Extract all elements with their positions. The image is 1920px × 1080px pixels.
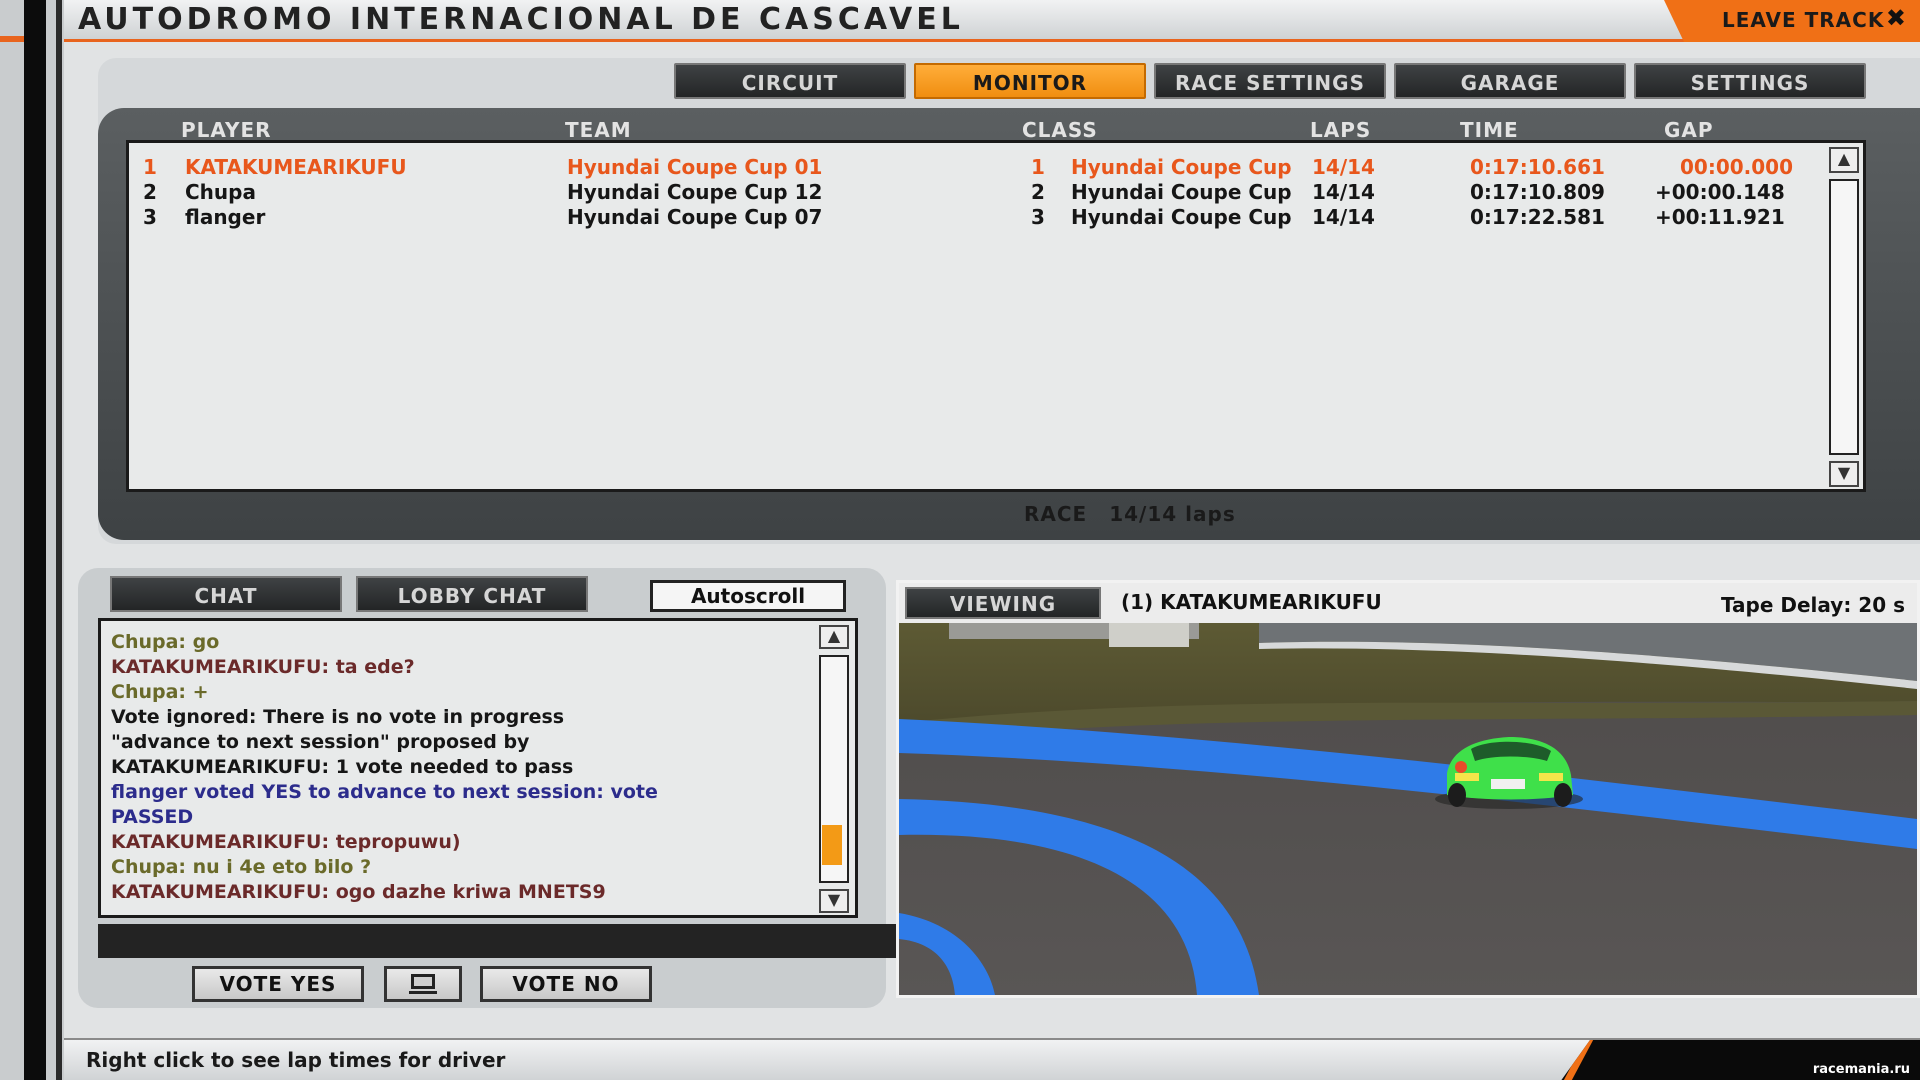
position: 1 bbox=[143, 155, 157, 179]
team-name: Hyundai Coupe Cup 07 bbox=[567, 205, 823, 229]
chat-message: PASSED bbox=[111, 806, 194, 828]
gap: +00:11.921 bbox=[1655, 205, 1785, 229]
laps: 14/14 bbox=[1312, 205, 1375, 229]
laps: 14/14 bbox=[1312, 180, 1375, 204]
chat-message: KATAKUMEARIKUFU: ogo dazhe kriwa MNETS9 bbox=[111, 881, 606, 903]
chat-message: KATAKUMEARIKUFU: tepropuwu) bbox=[111, 831, 461, 853]
viewing-button[interactable]: VIEWING bbox=[905, 587, 1101, 619]
session-name: RACE bbox=[1024, 502, 1088, 526]
chat-message: flanger voted YES to advance to next ses… bbox=[111, 781, 658, 803]
standings-row[interactable]: 2 Chupa Hyundai Coupe Cup 12 2 Hyundai C… bbox=[129, 180, 1809, 206]
close-icon: ✖ bbox=[1885, 4, 1906, 32]
player-name: Chupa bbox=[185, 180, 256, 204]
header-gap[interactable]: GAP bbox=[1664, 118, 1714, 142]
tape-delay: Tape Delay: 20 s bbox=[1720, 593, 1905, 617]
track-title: AUTODROMO INTERNACIONAL DE CASCAVEL bbox=[78, 2, 964, 37]
chat-message: Chupa: nu i 4e eto bilo ? bbox=[111, 856, 372, 878]
race-viewer: VIEWING (1) KATAKUMEARIKUFU Tape Delay: … bbox=[896, 580, 1920, 998]
chat-message: Chupa: go bbox=[111, 631, 220, 653]
tab-circuit[interactable]: CIRCUIT bbox=[674, 63, 906, 99]
chat-log: Chupa: go KATAKUMEARIKUFU: ta ede? Chupa… bbox=[98, 618, 858, 918]
watermark: racemania.ru bbox=[1812, 1062, 1910, 1077]
chat-message: Chupa: + bbox=[111, 681, 209, 703]
standings-row[interactable]: 1 KATAKUMEARIKUFU Hyundai Coupe Cup 01 1… bbox=[129, 155, 1809, 181]
race-time: 0:17:22.581 bbox=[1470, 205, 1605, 229]
player-name: flanger bbox=[185, 205, 266, 229]
scroll-up-icon[interactable]: ▲ bbox=[819, 625, 849, 649]
vote-no-button[interactable]: VOTE NO bbox=[480, 966, 652, 1002]
viewer-header: VIEWING (1) KATAKUMEARIKUFU Tape Delay: … bbox=[899, 583, 1917, 623]
chat-message: KATAKUMEARIKUFU: 1 vote needed to pass bbox=[111, 756, 574, 778]
race-time: 0:17:10.809 bbox=[1470, 180, 1605, 204]
status-bar: Right click to see lap times for driver … bbox=[64, 1038, 1920, 1080]
header-time[interactable]: TIME bbox=[1460, 118, 1519, 142]
leave-track-button[interactable]: LEAVE TRACK ✖ bbox=[1664, 0, 1920, 42]
scroll-up-icon[interactable]: ▲ bbox=[1829, 147, 1859, 173]
status-hint: Right click to see lap times for driver bbox=[86, 1048, 506, 1072]
race-time: 0:17:10.661 bbox=[1470, 155, 1605, 179]
scroll-thumb[interactable] bbox=[822, 825, 842, 865]
class-position: 1 bbox=[1031, 155, 1045, 179]
scroll-track[interactable] bbox=[1829, 179, 1859, 455]
header-player[interactable]: PLAYER bbox=[181, 118, 272, 142]
header-class[interactable]: CLASS bbox=[1022, 118, 1098, 142]
tab-garage[interactable]: GARAGE bbox=[1394, 63, 1626, 99]
app-window: AUTODROMO INTERNACIONAL DE CASCAVEL LEAV… bbox=[64, 0, 1920, 1080]
chat-message: KATAKUMEARIKUFU: ta ede? bbox=[111, 656, 415, 678]
chat-message: "advance to next session" proposed by bbox=[111, 731, 530, 753]
monitor-toggle-button[interactable] bbox=[384, 966, 462, 1002]
position: 2 bbox=[143, 180, 157, 204]
vote-yes-button[interactable]: VOTE YES bbox=[192, 966, 364, 1002]
title-bar: AUTODROMO INTERNACIONAL DE CASCAVEL LEAV… bbox=[64, 0, 1920, 42]
class-position: 3 bbox=[1031, 205, 1045, 229]
chat-message: Vote ignored: There is no vote in progre… bbox=[111, 706, 565, 728]
tab-chat[interactable]: CHAT bbox=[110, 576, 342, 612]
header-laps[interactable]: LAPS bbox=[1310, 118, 1371, 142]
position: 3 bbox=[143, 205, 157, 229]
autoscroll-toggle[interactable]: Autoscroll bbox=[650, 580, 846, 612]
team-name: Hyundai Coupe Cup 01 bbox=[567, 155, 823, 179]
track-scene bbox=[899, 623, 1917, 995]
status-corner: racemania.ru bbox=[1560, 1040, 1920, 1080]
left-edge-strip bbox=[0, 0, 64, 1080]
laps: 14/14 bbox=[1312, 155, 1375, 179]
tab-race-settings[interactable]: RACE SETTINGS bbox=[1154, 63, 1386, 99]
standings-row[interactable]: 3 flanger Hyundai Coupe Cup 07 3 Hyundai… bbox=[129, 205, 1809, 231]
session-status: RACE 14/14 laps bbox=[1024, 502, 1258, 526]
class-name: Hyundai Coupe Cup bbox=[1071, 180, 1292, 204]
tab-monitor[interactable]: MONITOR bbox=[914, 63, 1146, 99]
scroll-down-icon[interactable]: ▼ bbox=[1829, 461, 1859, 487]
viewing-driver: (1) KATAKUMEARIKUFU bbox=[1121, 590, 1382, 614]
team-name: Hyundai Coupe Cup 12 bbox=[567, 180, 823, 204]
chat-scrollbar[interactable]: ▲ ▼ bbox=[819, 625, 849, 913]
chat-input[interactable] bbox=[98, 924, 896, 958]
gap: 00:00.000 bbox=[1680, 155, 1794, 179]
standings-scrollbar[interactable]: ▲ ▼ bbox=[1829, 147, 1859, 487]
standings-list: 1 KATAKUMEARIKUFU Hyundai Coupe Cup 01 1… bbox=[126, 140, 1866, 492]
class-name: Hyundai Coupe Cup bbox=[1071, 205, 1292, 229]
leave-track-label: LEAVE TRACK bbox=[1722, 8, 1885, 32]
tab-lobby-chat[interactable]: LOBBY CHAT bbox=[356, 576, 588, 612]
player-name: KATAKUMEARIKUFU bbox=[185, 155, 407, 179]
tab-settings[interactable]: SETTINGS bbox=[1634, 63, 1866, 99]
header-team[interactable]: TEAM bbox=[565, 118, 632, 142]
main-tabs: CIRCUIT MONITOR RACE SETTINGS GARAGE SET… bbox=[674, 63, 1866, 99]
class-position: 2 bbox=[1031, 180, 1045, 204]
gap: +00:00.148 bbox=[1655, 180, 1785, 204]
monitor-icon bbox=[409, 974, 437, 994]
class-name: Hyundai Coupe Cup bbox=[1071, 155, 1292, 179]
scroll-down-icon[interactable]: ▼ bbox=[819, 889, 849, 913]
session-laps: 14/14 laps bbox=[1109, 502, 1236, 526]
race-camera-view[interactable] bbox=[899, 623, 1917, 995]
